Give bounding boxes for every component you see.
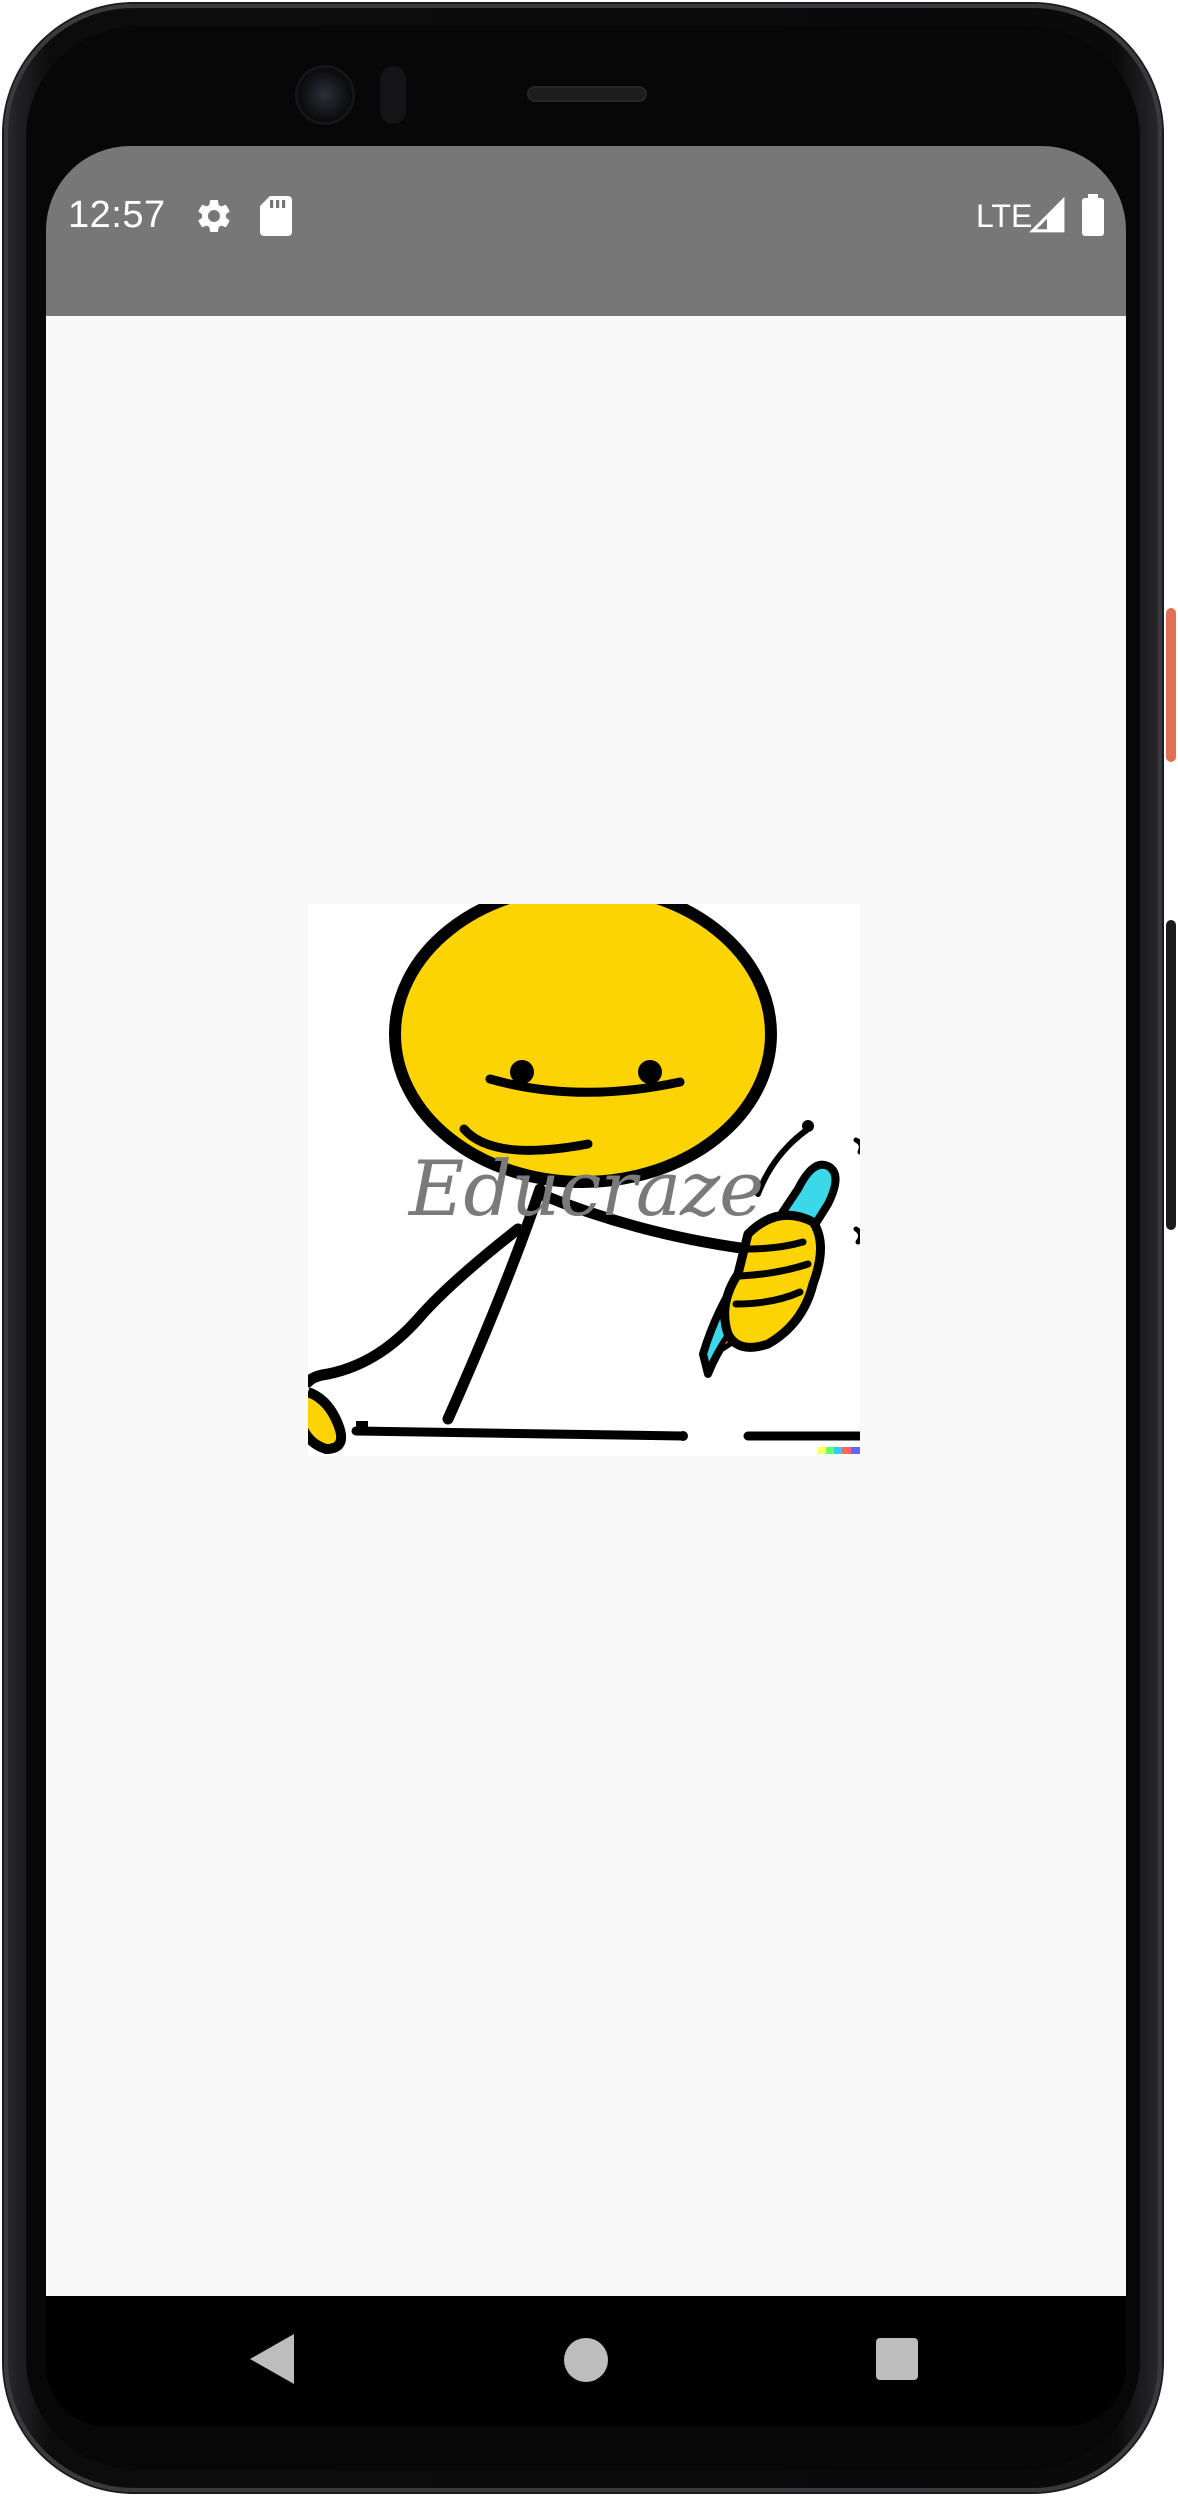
signal-icon [1028, 196, 1065, 233]
proximity-sensor [380, 66, 406, 124]
screen: 12:57 LTE Educraze [46, 146, 1126, 2426]
earpiece-speaker [527, 86, 647, 102]
splash-screen: Educraze [46, 316, 1126, 2296]
status-time: 12:57 [68, 194, 166, 236]
battery-icon [1082, 194, 1104, 236]
front-camera [298, 68, 352, 122]
back-icon[interactable] [250, 2334, 294, 2384]
volume-button [1166, 920, 1176, 1230]
sd-card-icon [260, 196, 292, 236]
app-name: Educraze [408, 1144, 764, 1233]
home-icon[interactable] [564, 2338, 608, 2382]
status-bar: 12:57 LTE [46, 146, 1126, 316]
gear-icon [198, 200, 230, 232]
power-button [1166, 608, 1176, 762]
navigation-bar [46, 2296, 1126, 2426]
recents-icon[interactable] [876, 2338, 918, 2380]
network-type-label: LTE [976, 198, 1033, 234]
